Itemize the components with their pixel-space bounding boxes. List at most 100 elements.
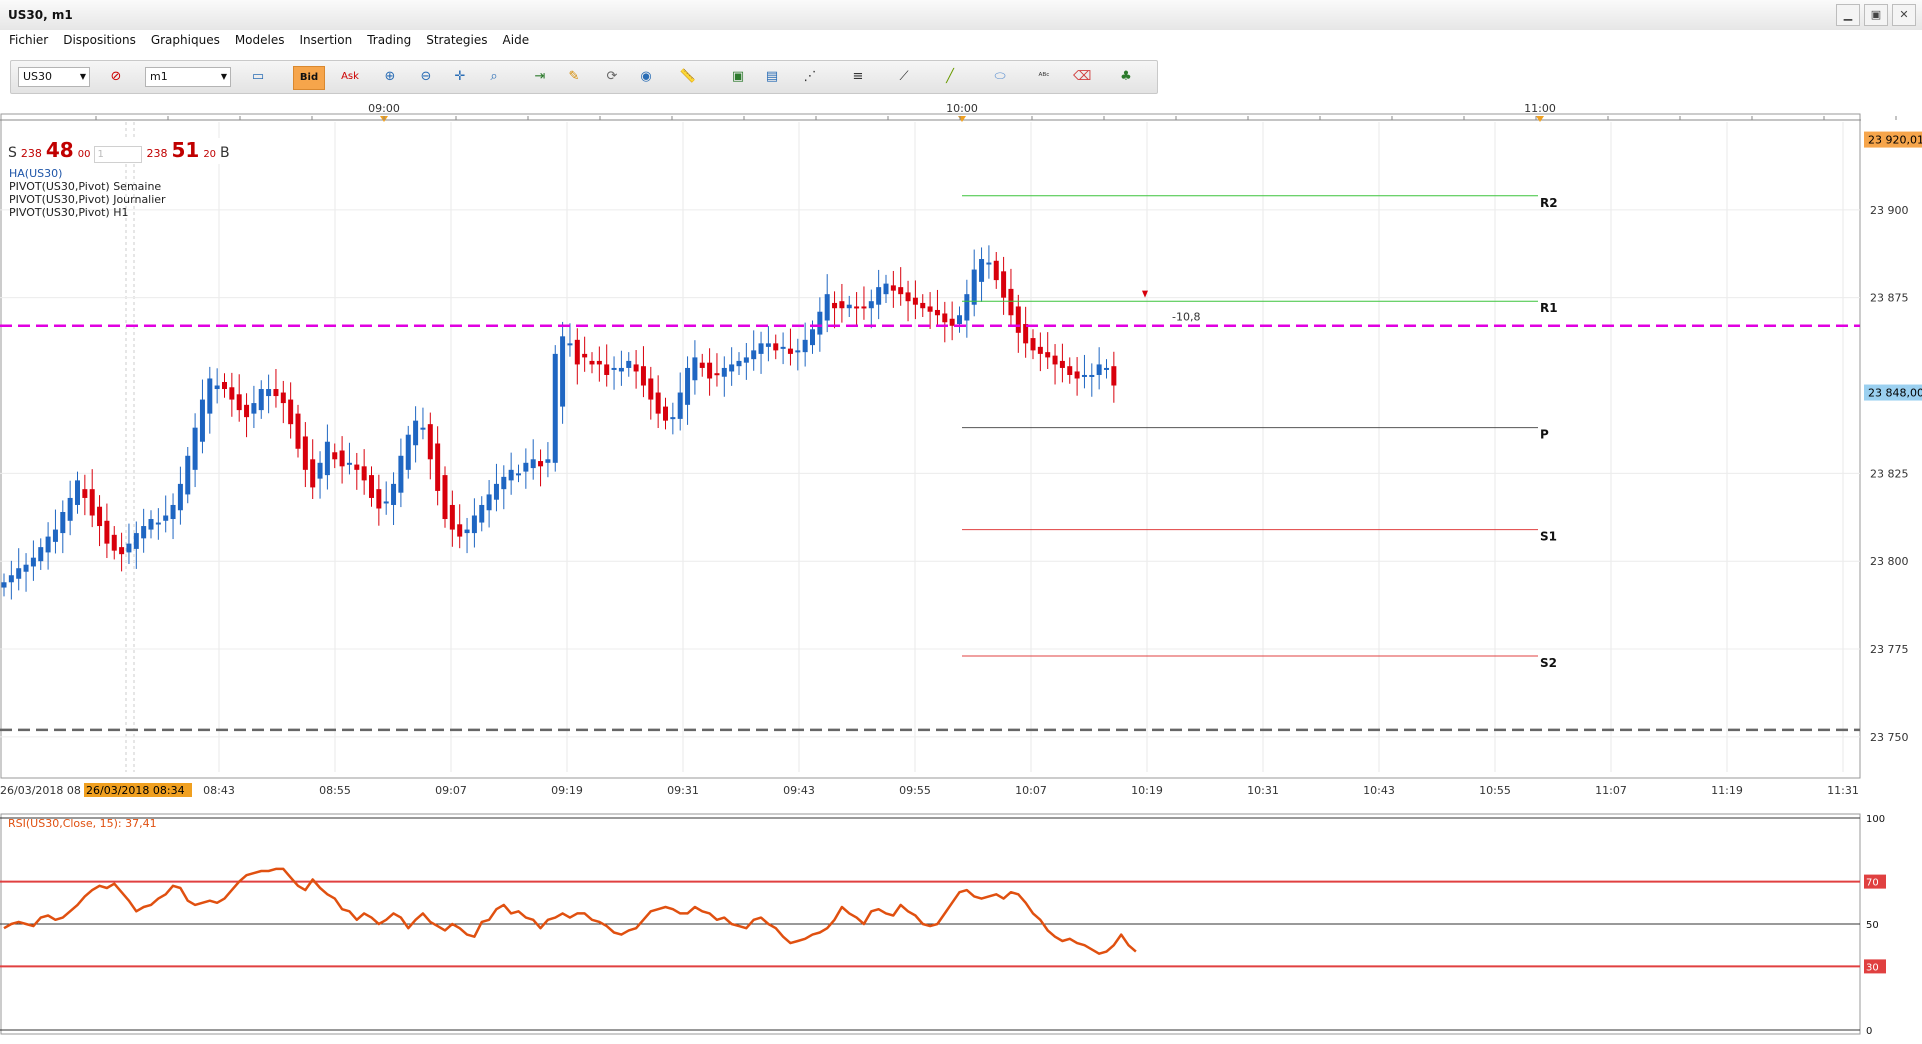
candle-body bbox=[391, 483, 397, 505]
horizontal-lines-icon[interactable]: ≡ bbox=[849, 68, 867, 86]
menu-trading[interactable]: Trading bbox=[358, 30, 417, 52]
legend-item[interactable]: HA(US30) bbox=[9, 167, 166, 180]
menu-aide[interactable]: Aide bbox=[494, 30, 536, 52]
maximize-button[interactable]: ▣ bbox=[1864, 4, 1888, 26]
candle-body bbox=[663, 406, 668, 421]
crosshair-icon[interactable]: ✛ bbox=[451, 68, 469, 86]
candle-body bbox=[449, 504, 455, 530]
image-icon[interactable]: ▣ bbox=[729, 68, 747, 86]
magnifier-icon[interactable]: ⌕ bbox=[485, 68, 503, 86]
candle-body bbox=[545, 459, 551, 463]
plot-frame bbox=[0, 113, 1861, 779]
candle-body bbox=[376, 489, 382, 509]
candle-body bbox=[648, 378, 654, 400]
candle-body bbox=[604, 364, 610, 375]
candle-body bbox=[361, 466, 367, 481]
current-price-label: 23 848,00 bbox=[1868, 387, 1922, 400]
scroll-end-icon[interactable]: ⇥ bbox=[531, 68, 549, 86]
candle-body bbox=[214, 385, 220, 390]
candle-body bbox=[324, 441, 330, 476]
candle-body bbox=[471, 515, 477, 534]
candle-body bbox=[119, 547, 125, 555]
candle-body bbox=[1104, 367, 1109, 370]
lot-size-input[interactable]: 1 bbox=[94, 146, 143, 163]
ask-button[interactable]: Ask bbox=[335, 66, 365, 88]
candle-body bbox=[170, 504, 176, 520]
trendline-tool-icon[interactable]: ⋰ bbox=[801, 68, 819, 86]
x-top-tick-label: 10:00 bbox=[946, 102, 978, 115]
legend-item[interactable]: PIVOT(US30,Pivot) H1 bbox=[9, 206, 166, 219]
candle-body bbox=[810, 329, 815, 346]
candle-body bbox=[111, 534, 117, 551]
pivot-level-label: P bbox=[1540, 428, 1549, 442]
timeframe-select[interactable]: m1 ▼ bbox=[145, 67, 231, 87]
candle-body bbox=[75, 480, 80, 505]
chevron-down-icon: ▼ bbox=[79, 72, 86, 81]
menu-dispositions[interactable]: Dispositions bbox=[54, 30, 142, 52]
indicators-icon[interactable]: ♣ bbox=[1117, 68, 1135, 86]
rsi-tick-label: 30 bbox=[1866, 962, 1879, 973]
ruler-icon[interactable]: 📏 bbox=[679, 68, 697, 86]
candle-body bbox=[332, 452, 338, 460]
legend-item[interactable]: PIVOT(US30,Pivot) Semaine bbox=[9, 180, 166, 193]
candle-body bbox=[795, 350, 801, 353]
legend-item[interactable]: PIVOT(US30,Pivot) Journalier bbox=[9, 193, 166, 206]
close-button[interactable]: ✕ bbox=[1892, 4, 1916, 26]
candle-body bbox=[60, 512, 66, 534]
properties-icon[interactable]: ✎ bbox=[565, 68, 583, 86]
candle-body bbox=[192, 427, 198, 470]
x-tick-label: 09:31 bbox=[667, 784, 699, 797]
candle-body bbox=[699, 362, 705, 368]
x-tick-label: 11:19 bbox=[1711, 784, 1743, 797]
chart-area[interactable]: R2 R1 P S1 S2 -10,8 23 750 23 775 23 800 23 825 2… bbox=[0, 100, 1922, 1040]
candle-body bbox=[743, 357, 749, 363]
chart-type-icon[interactable]: ▭ bbox=[249, 68, 267, 86]
globe-icon[interactable]: ◉ bbox=[637, 68, 655, 86]
candle-body bbox=[405, 434, 411, 470]
x-tick-label: 08:55 bbox=[319, 784, 351, 797]
refresh-icon[interactable]: ⟳ bbox=[603, 68, 621, 86]
candle-body bbox=[714, 373, 720, 376]
candle-body bbox=[288, 399, 294, 425]
candle-body bbox=[1, 582, 7, 588]
y-tick-label: 23 875 bbox=[1870, 292, 1909, 305]
candle-body bbox=[1030, 338, 1036, 351]
menu-fichier[interactable]: Fichier bbox=[0, 30, 54, 52]
zoom-out-icon[interactable]: ⊖ bbox=[417, 68, 435, 86]
fan-tool-icon[interactable]: ⟋ bbox=[895, 68, 913, 86]
x-tick-label: 10:19 bbox=[1131, 784, 1163, 797]
candle-body bbox=[398, 455, 404, 493]
buy-price[interactable]: 51 bbox=[171, 138, 199, 162]
rsi-tick-label: 100 bbox=[1866, 814, 1885, 825]
text-tool-icon[interactable]: ᴬᴮᶜ bbox=[1035, 68, 1053, 86]
candle-body bbox=[670, 417, 676, 420]
link-off-icon[interactable]: ⊘ bbox=[107, 68, 125, 86]
ellipse-tool-icon[interactable]: ⬭ bbox=[991, 68, 1009, 86]
line-tool-icon[interactable]: ╱ bbox=[941, 68, 959, 86]
template-icon[interactable]: ▤ bbox=[763, 68, 781, 86]
candle-body bbox=[677, 392, 683, 419]
candle-body bbox=[30, 557, 36, 567]
minimize-button[interactable]: ▁ bbox=[1836, 4, 1860, 26]
candle-body bbox=[141, 526, 147, 539]
candle-body bbox=[1008, 288, 1014, 316]
menu-strategies[interactable]: Strategies bbox=[417, 30, 493, 52]
y-tick-label: 23 800 bbox=[1870, 555, 1909, 568]
eraser-icon[interactable]: ⌫ bbox=[1073, 68, 1091, 86]
symbol-select[interactable]: US30 ▼ bbox=[18, 67, 90, 87]
sell-price-fraction: 00 bbox=[77, 149, 91, 160]
bid-button[interactable]: Bid bbox=[293, 66, 325, 90]
menu-insertion[interactable]: Insertion bbox=[291, 30, 359, 52]
candle-body bbox=[89, 489, 95, 516]
trade-annotation: -10,8 bbox=[1172, 311, 1200, 324]
candle-body bbox=[1089, 374, 1095, 377]
sell-price[interactable]: 48 bbox=[46, 138, 74, 162]
buy-label[interactable]: B bbox=[220, 145, 230, 161]
sell-prefix: 238 bbox=[20, 147, 42, 160]
sell-label[interactable]: S bbox=[8, 145, 17, 161]
menu-graphiques[interactable]: Graphiques bbox=[142, 30, 226, 52]
buy-price-fraction: 20 bbox=[203, 149, 217, 160]
price-chart[interactable]: R2R1PS1S2-10,8 23 75023 77523 80023 8252… bbox=[0, 100, 1922, 1040]
menu-modeles[interactable]: Modeles bbox=[226, 30, 291, 52]
zoom-in-icon[interactable]: ⊕ bbox=[381, 68, 399, 86]
